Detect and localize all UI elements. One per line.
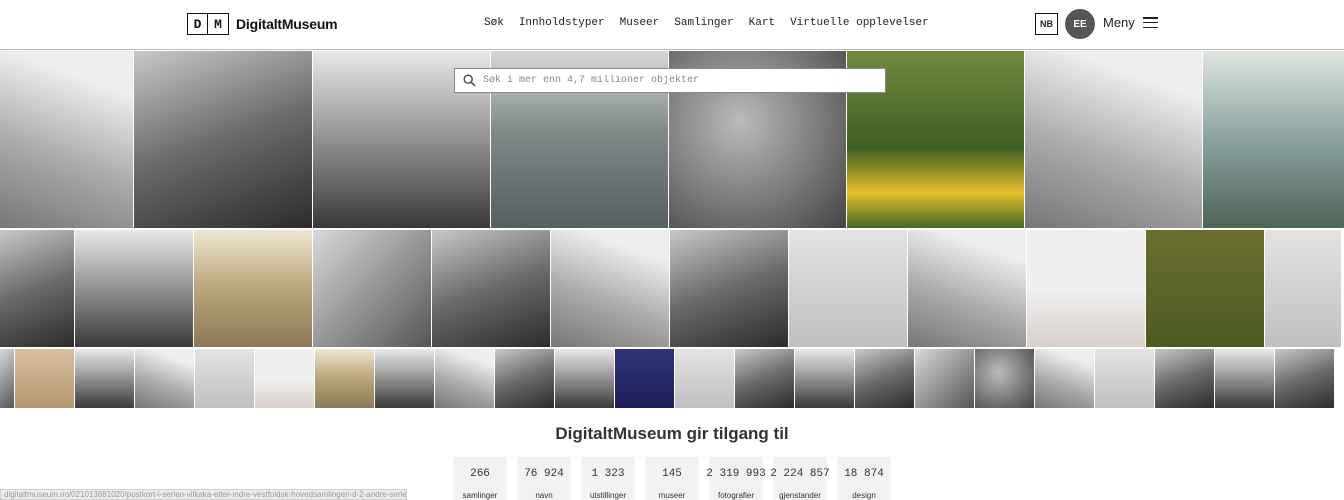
mosaic-image[interactable] <box>75 349 134 408</box>
mosaic-image[interactable] <box>1155 349 1214 408</box>
stats-list: 266 samlinger 76 924 navn 1 323 utstilli… <box>453 457 891 500</box>
mosaic-image[interactable] <box>551 230 669 347</box>
stat-value: 18 874 <box>844 468 884 480</box>
status-bar-url: digitaltmuseum.no/021013881020/postkort-… <box>0 489 407 500</box>
nav-item-map[interactable]: Kart <box>749 17 775 29</box>
stats-heading: DigitaltMuseum gir tilgang til <box>555 424 789 443</box>
mosaic-image[interactable] <box>15 349 74 408</box>
mosaic-image[interactable] <box>555 349 614 408</box>
mosaic-image[interactable] <box>1215 349 1274 408</box>
stat-design[interactable]: 18 874 design <box>837 457 891 500</box>
mosaic-image[interactable] <box>0 51 133 228</box>
stat-names[interactable]: 76 924 navn <box>517 457 571 500</box>
mosaic-image[interactable] <box>975 349 1034 408</box>
logo-letter-d: D <box>187 13 208 35</box>
mosaic-image[interactable] <box>375 349 434 408</box>
site-header: D M DigitaltMuseum Søk Innholdstyper Mus… <box>0 0 1344 50</box>
mosaic-image[interactable] <box>495 349 554 408</box>
mosaic-image[interactable] <box>670 230 788 347</box>
mosaic-image[interactable] <box>432 230 550 347</box>
mosaic-image[interactable] <box>1025 51 1202 228</box>
mosaic-image[interactable] <box>134 51 312 228</box>
site-name: DigitaltMuseum <box>236 16 338 32</box>
mosaic-image[interactable] <box>915 349 974 408</box>
logo-letter-m: M <box>208 13 229 35</box>
nav-item-search[interactable]: Søk <box>484 17 504 29</box>
mosaic-image[interactable] <box>1035 349 1094 408</box>
search-icon[interactable] <box>455 74 483 87</box>
stat-value: 2 224 857 <box>770 468 830 480</box>
stat-label: design <box>852 491 876 500</box>
stat-value: 266 <box>470 468 490 480</box>
logo-link[interactable]: D M DigitaltMuseum <box>187 13 338 35</box>
user-avatar-button[interactable]: EE <box>1065 9 1095 39</box>
mosaic-image[interactable] <box>1095 349 1154 408</box>
mosaic-image[interactable] <box>908 230 1026 347</box>
mosaic-image[interactable] <box>1203 51 1344 228</box>
mosaic-image[interactable] <box>1027 230 1145 347</box>
stat-value: 145 <box>662 468 682 480</box>
stat-photographs[interactable]: 2 319 993 fotografier <box>706 457 766 500</box>
mosaic-image[interactable] <box>75 230 193 347</box>
stat-label: utstillinger <box>589 491 626 500</box>
stat-value: 2 319 993 <box>706 468 766 480</box>
mosaic-image[interactable] <box>1265 230 1341 347</box>
mosaic-image[interactable] <box>855 349 914 408</box>
stat-exhibitions[interactable]: 1 323 utstillinger <box>581 457 635 500</box>
mosaic-image[interactable] <box>735 349 794 408</box>
mosaic-image[interactable] <box>435 349 494 408</box>
mosaic-row <box>0 349 1334 408</box>
stat-label: gjenstander <box>779 491 821 500</box>
stat-label: museer <box>658 491 686 500</box>
mosaic-image[interactable] <box>1146 230 1264 347</box>
mosaic-image[interactable] <box>789 230 907 347</box>
mosaic-image[interactable] <box>194 230 312 347</box>
stat-museums[interactable]: 145 museer <box>645 457 699 500</box>
language-switch-button[interactable]: NB <box>1035 13 1058 35</box>
stat-label: fotografier <box>717 491 755 500</box>
stat-objects[interactable]: 2 224 857 gjenstander <box>770 457 830 500</box>
nav-item-virtual-experiences[interactable]: Virtuelle opplevelser <box>790 17 929 29</box>
nav-item-museums[interactable]: Museer <box>620 17 660 29</box>
search-box <box>454 68 886 93</box>
mosaic-image[interactable] <box>255 349 314 408</box>
menu-button[interactable]: Meny <box>1103 15 1158 30</box>
mosaic-image[interactable] <box>795 349 854 408</box>
hamburger-icon <box>1142 17 1158 28</box>
search-input[interactable] <box>483 75 885 86</box>
mosaic-image[interactable] <box>0 230 74 347</box>
mosaic-image[interactable] <box>315 349 374 408</box>
mosaic-row <box>0 230 1341 347</box>
menu-label: Meny <box>1103 15 1135 30</box>
mosaic-image[interactable] <box>675 349 734 408</box>
mosaic-image[interactable] <box>0 349 14 408</box>
logo-mark: D M <box>187 13 229 35</box>
nav-item-content-types[interactable]: Innholdstyper <box>519 17 605 29</box>
stat-value: 76 924 <box>524 468 564 480</box>
main-nav: Søk Innholdstyper Museer Samlinger Kart … <box>484 17 929 29</box>
mosaic-image[interactable] <box>135 349 194 408</box>
stat-label: samlinger <box>462 491 498 500</box>
mosaic-image[interactable] <box>1275 349 1334 408</box>
image-mosaic <box>0 51 1344 408</box>
nav-item-collections[interactable]: Samlinger <box>674 17 733 29</box>
mosaic-image[interactable] <box>195 349 254 408</box>
mosaic-image[interactable] <box>313 230 431 347</box>
stat-value: 1 323 <box>591 468 625 480</box>
mosaic-image[interactable] <box>615 349 674 408</box>
stat-collections[interactable]: 266 samlinger <box>453 457 507 500</box>
stat-label: navn <box>535 491 553 500</box>
